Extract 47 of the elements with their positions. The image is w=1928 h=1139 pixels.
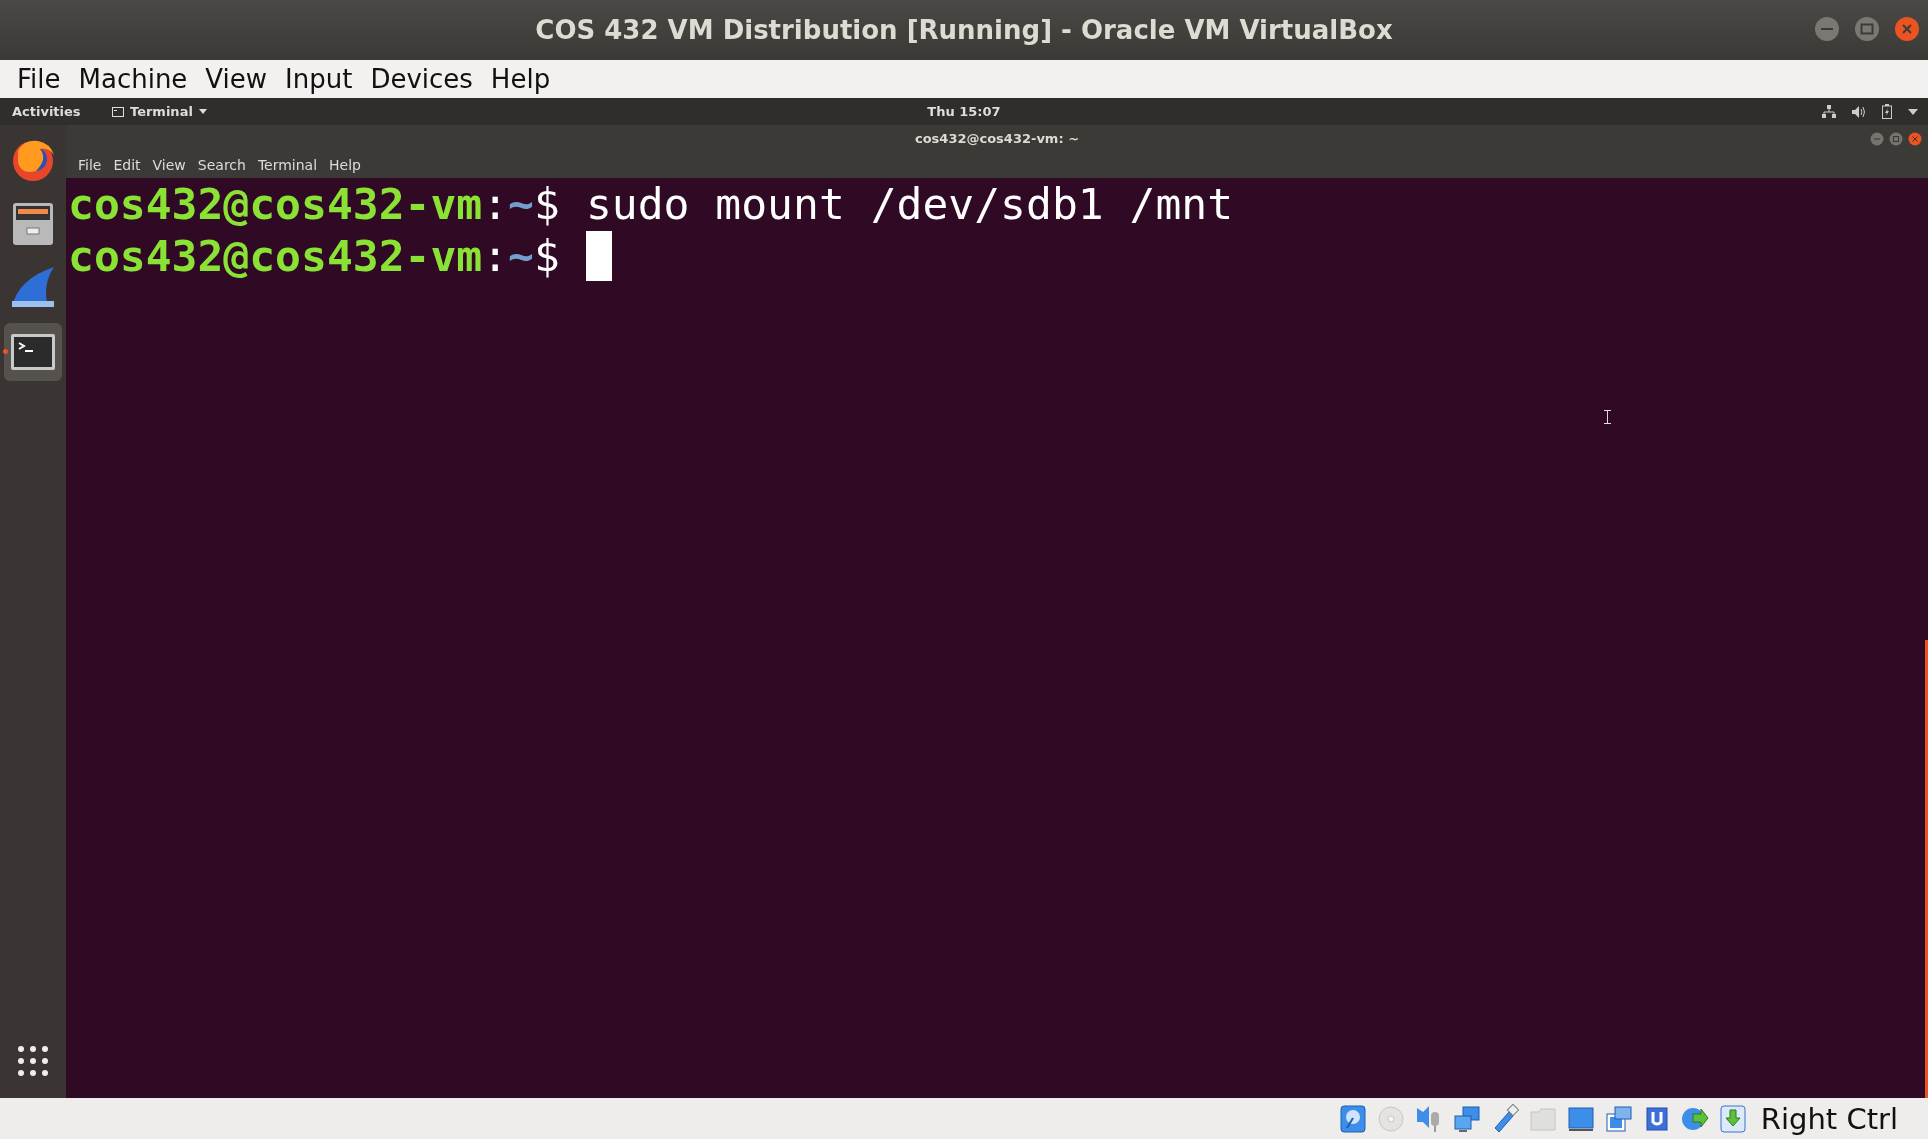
menu-item[interactable]: File <box>8 64 70 94</box>
terminal-icon <box>11 334 55 370</box>
prompt-separator: : <box>482 178 509 230</box>
window-icon <box>112 106 124 117</box>
menu-item[interactable]: Terminal <box>251 157 324 173</box>
minimize-button[interactable] <box>1814 16 1840 42</box>
menu-item[interactable]: Edit <box>107 157 147 173</box>
menu-item[interactable]: Search <box>191 157 252 173</box>
monitors-icon[interactable] <box>1452 1103 1481 1134</box>
activities-button[interactable]: Activities <box>0 104 100 119</box>
prompt-symbol: $ <box>534 230 560 282</box>
menu-item[interactable]: Help <box>323 157 367 173</box>
command-text: sudo mount /dev/sdb1 /mnt <box>585 178 1234 230</box>
prompt-symbol: $ <box>534 178 560 230</box>
maximize-button[interactable] <box>1854 16 1880 42</box>
prompt-path: ~ <box>508 178 534 230</box>
caret-icon <box>198 109 207 114</box>
terminal-title: cos432@cos432-vm: ~ <box>914 131 1080 146</box>
close-button[interactable] <box>1908 132 1922 146</box>
menu-item[interactable]: Input <box>276 64 362 94</box>
prompt-user: cos432@cos432-vm <box>68 178 483 230</box>
menu-item[interactable]: View <box>146 157 192 173</box>
menu-item[interactable]: Machine <box>69 64 197 94</box>
mouse-pointer-icon <box>1604 410 1611 424</box>
host-key-label: Right Ctrl <box>1760 1101 1898 1136</box>
close-button[interactable] <box>1894 16 1920 42</box>
app-grid-icon[interactable] <box>18 1046 48 1076</box>
prompt-user: cos432@cos432-vm <box>68 230 483 282</box>
prompt-separator: : <box>482 230 509 282</box>
app-menu[interactable]: Terminal <box>112 104 207 119</box>
window-title: COS 432 VM Distribution [Running] - Oracle VM VirtualBox <box>535 15 1393 45</box>
scrollbar[interactable] <box>1925 640 1928 1098</box>
clock[interactable]: Thu 15:07 <box>927 104 1001 119</box>
file-cabinet-icon <box>12 201 54 247</box>
caret-icon[interactable] <box>1908 108 1918 115</box>
minimize-button[interactable] <box>1870 132 1884 146</box>
menu-item[interactable]: Devices <box>361 64 482 94</box>
prompt-path: ~ <box>508 230 534 282</box>
maximize-button[interactable] <box>1889 132 1903 146</box>
battery-icon[interactable] <box>1882 104 1892 119</box>
network-icon[interactable] <box>1822 104 1836 119</box>
menu-item[interactable]: Help <box>481 64 560 94</box>
volume-icon[interactable] <box>1852 105 1866 118</box>
menu-item[interactable]: View <box>196 64 277 94</box>
menu-item[interactable]: File <box>72 157 108 173</box>
windows-icon[interactable] <box>1604 1103 1633 1134</box>
dock-item[interactable] <box>4 323 62 381</box>
